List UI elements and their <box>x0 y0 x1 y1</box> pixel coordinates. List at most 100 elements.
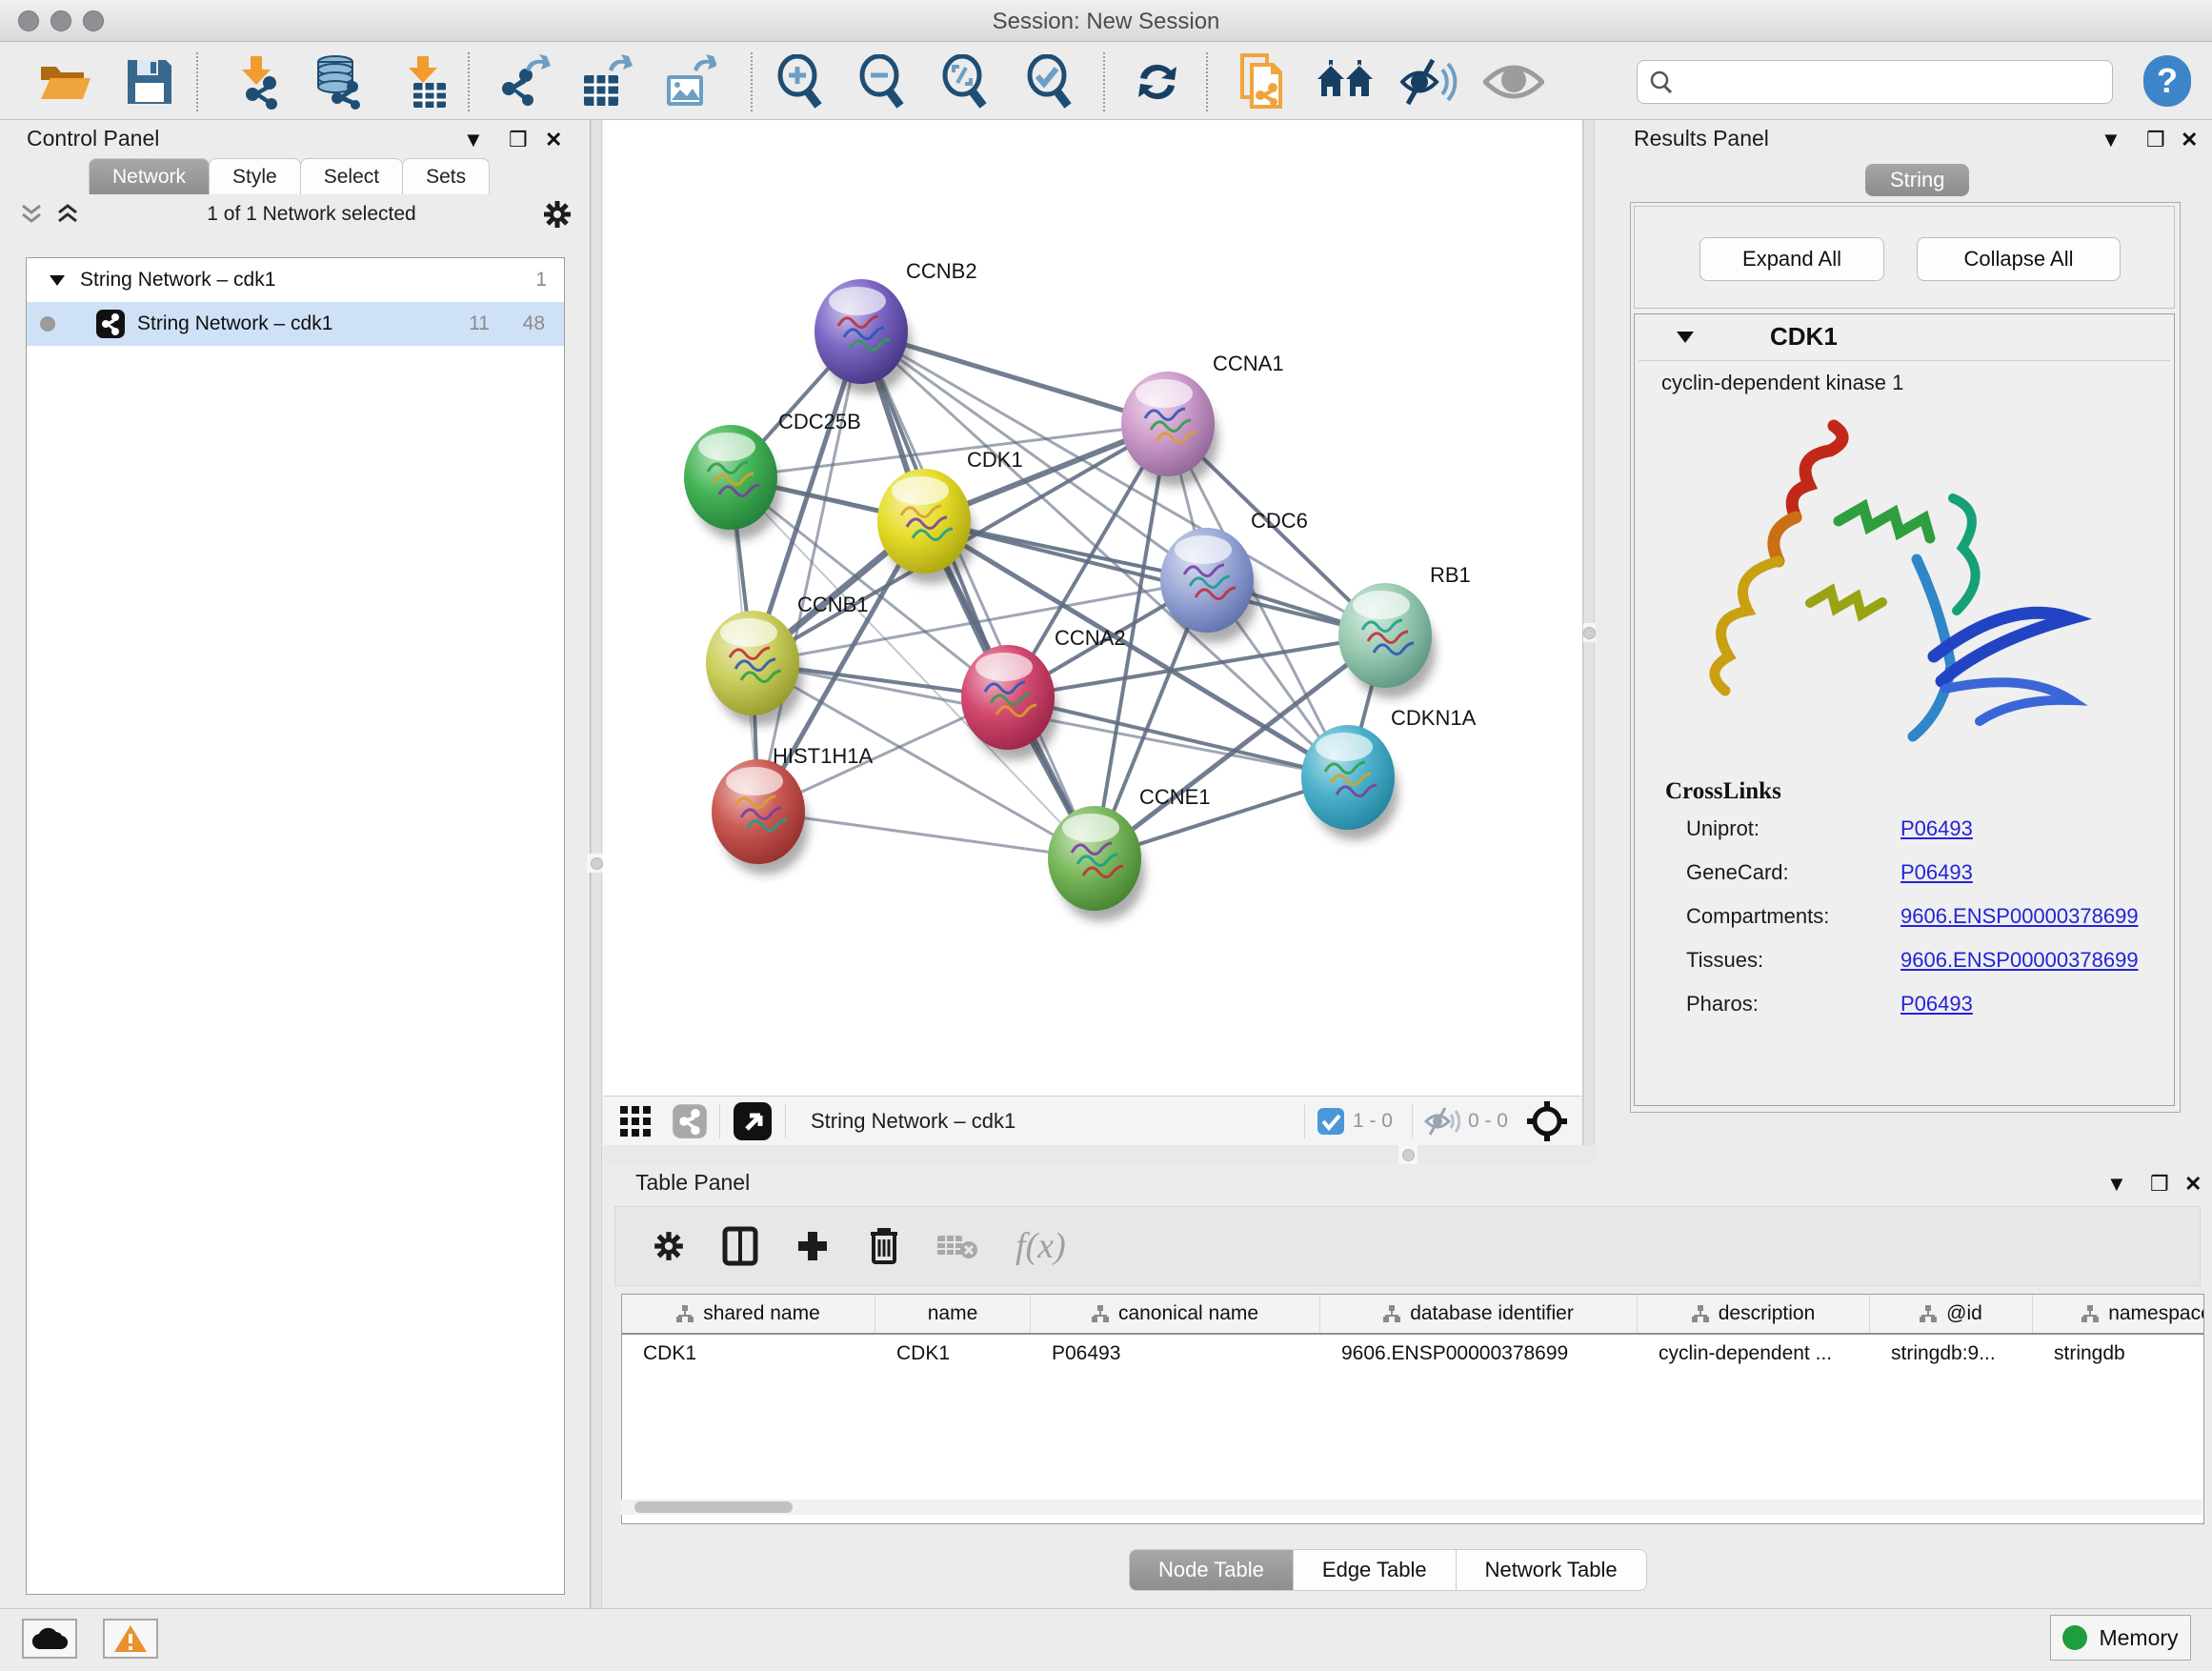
table-horizontal-scrollbar[interactable] <box>621 1500 2202 1515</box>
network-edge[interactable] <box>758 812 1095 858</box>
network-graph[interactable]: CCNB2CCNA1CDC25BCDK1CDC6RB1CCNB1CCNA2CDK… <box>603 120 1583 1096</box>
network-node-RB1[interactable] <box>1338 583 1436 698</box>
panel-close-icon[interactable]: ✕ <box>2184 1172 2202 1197</box>
expand-all-icon[interactable] <box>53 202 82 227</box>
panel-float-icon[interactable]: ❒ <box>2150 1172 2169 1197</box>
network-collection-row[interactable]: String Network – cdk1 1 <box>27 258 564 302</box>
table-cell[interactable]: stringdb <box>2033 1335 2204 1377</box>
tab-edge-table[interactable]: Edge Table <box>1293 1549 1457 1591</box>
zoom-selected-button[interactable] <box>1014 54 1086 110</box>
export-table-button[interactable] <box>571 54 643 110</box>
tree-expand-icon[interactable] <box>48 272 67 288</box>
network-edge[interactable] <box>861 332 1095 858</box>
column-header[interactable]: namespace <box>2033 1295 2204 1333</box>
gene-section-header[interactable]: CDK1 <box>1635 314 2174 358</box>
center-view-crosshair-icon[interactable] <box>1525 1099 1569 1143</box>
network-edge[interactable] <box>1008 697 1348 777</box>
network-node-CDC25B[interactable] <box>684 425 781 540</box>
import-network-from-file-button[interactable] <box>222 54 294 110</box>
network-node-CDC6[interactable] <box>1160 528 1257 643</box>
panel-float-icon[interactable]: ❒ <box>509 128 528 152</box>
expand-all-button[interactable]: Expand All <box>1699 237 1884 281</box>
table-cell[interactable]: 9606.ENSP00000378699 <box>1320 1335 1638 1377</box>
zoom-out-button[interactable] <box>846 54 918 110</box>
delete-column-trash-icon[interactable] <box>867 1226 901 1266</box>
warnings-button[interactable] <box>103 1619 158 1659</box>
cloud-button[interactable] <box>22 1619 77 1659</box>
export-network-button[interactable] <box>488 54 560 110</box>
results-tab-string[interactable]: String <box>1865 164 1969 196</box>
network-node-CCNB1[interactable] <box>706 611 803 726</box>
crosslink-link[interactable]: 9606.ENSP00000378699 <box>1900 904 2139 929</box>
table-cell[interactable]: cyclin-dependent ... <box>1638 1335 1870 1377</box>
table-cell[interactable]: P06493 <box>1031 1335 1320 1377</box>
tab-network-table[interactable]: Network Table <box>1456 1549 1647 1591</box>
zoom-in-button[interactable] <box>764 54 836 110</box>
crosslink-link[interactable]: 9606.ENSP00000378699 <box>1900 948 2139 973</box>
show-all-button[interactable] <box>1478 54 1550 110</box>
create-column-plus-icon[interactable] <box>794 1228 831 1264</box>
network-node-CDKN1A[interactable] <box>1301 725 1398 840</box>
table-cell[interactable]: CDK1 <box>622 1335 875 1377</box>
export-image-button[interactable] <box>654 54 726 110</box>
table-options-gear-icon[interactable] <box>652 1229 686 1263</box>
open-in-window-icon[interactable] <box>732 1100 774 1142</box>
fit-content-button[interactable] <box>929 54 1001 110</box>
network-visible-dot[interactable] <box>40 316 55 332</box>
network-edge[interactable] <box>758 332 861 812</box>
column-header[interactable]: canonical name <box>1031 1295 1320 1333</box>
network-node-CCNE1[interactable] <box>1048 806 1145 921</box>
memory-button[interactable]: Memory <box>2050 1615 2191 1661</box>
network-node-CCNB2[interactable] <box>814 279 912 394</box>
birds-eye-grid-icon[interactable] <box>618 1104 653 1138</box>
tab-style[interactable]: Style <box>209 158 301 194</box>
node-table[interactable]: shared namenamecanonical namedatabase id… <box>621 1294 2204 1524</box>
network-node-CDK1[interactable] <box>877 469 975 584</box>
first-neighbors-button[interactable] <box>1309 54 1381 110</box>
network-row-selected[interactable]: String Network – cdk1 11 48 <box>27 302 564 346</box>
network-node-HIST1H1A[interactable] <box>712 759 809 875</box>
tab-sets[interactable]: Sets <box>402 158 490 194</box>
open-session-button[interactable] <box>29 54 101 110</box>
column-header[interactable]: name <box>875 1295 1031 1333</box>
network-canvas[interactable]: CCNB2CCNA1CDC25BCDK1CDC6RB1CCNB1CCNA2CDK… <box>603 120 1583 1096</box>
search-input[interactable] <box>1674 70 2083 93</box>
network-options-gear-icon[interactable] <box>541 198 573 231</box>
collapse-all-button[interactable]: Collapse All <box>1917 237 2121 281</box>
new-network-from-selection-button[interactable] <box>1226 54 1298 110</box>
panel-close-icon[interactable]: ✕ <box>545 128 562 152</box>
import-table-from-file-button[interactable] <box>389 54 461 110</box>
selected-checkbox-icon[interactable] <box>1317 1107 1345 1136</box>
column-header[interactable]: description <box>1638 1295 1870 1333</box>
network-node-CCNA2[interactable] <box>961 645 1058 760</box>
panel-menu-icon[interactable]: ▼ <box>2106 1172 2127 1197</box>
section-collapse-icon[interactable] <box>1675 329 1696 345</box>
save-session-button[interactable] <box>113 54 186 110</box>
help-button[interactable]: ? <box>2143 55 2191 107</box>
crosslink-link[interactable]: P06493 <box>1900 816 1973 841</box>
panel-menu-icon[interactable]: ▼ <box>2101 128 2122 152</box>
import-network-from-database-button[interactable] <box>302 54 374 110</box>
table-cell[interactable]: CDK1 <box>875 1335 1031 1377</box>
network-node-CCNA1[interactable] <box>1121 372 1218 487</box>
crosslink-link[interactable]: P06493 <box>1900 992 1973 1017</box>
table-cell[interactable]: stringdb:9... <box>1870 1335 2033 1377</box>
hide-selected-button[interactable] <box>1393 54 1465 110</box>
show-columns-icon[interactable] <box>722 1226 758 1266</box>
column-header[interactable]: database identifier <box>1320 1295 1638 1333</box>
string-panel-icon[interactable] <box>672 1103 708 1139</box>
column-header[interactable]: shared name <box>622 1295 875 1333</box>
tab-node-table[interactable]: Node Table <box>1129 1549 1294 1591</box>
panel-close-icon[interactable]: ✕ <box>2181 128 2198 152</box>
crosslink-link[interactable]: P06493 <box>1900 860 1973 885</box>
horizontal-splitter-handle[interactable] <box>1398 1145 1418 1164</box>
panel-float-icon[interactable]: ❒ <box>2146 128 2165 152</box>
tab-select[interactable]: Select <box>300 158 403 194</box>
apply-layout-button[interactable] <box>1121 54 1194 110</box>
tab-network[interactable]: Network <box>89 158 210 194</box>
table-row[interactable]: CDK1CDK1P064939606.ENSP00000378699cyclin… <box>622 1335 2203 1377</box>
scrollbar-thumb[interactable] <box>634 1501 793 1513</box>
collapse-all-icon[interactable] <box>17 202 46 227</box>
left-splitter[interactable] <box>591 120 602 1608</box>
panel-menu-icon[interactable]: ▼ <box>463 128 484 152</box>
